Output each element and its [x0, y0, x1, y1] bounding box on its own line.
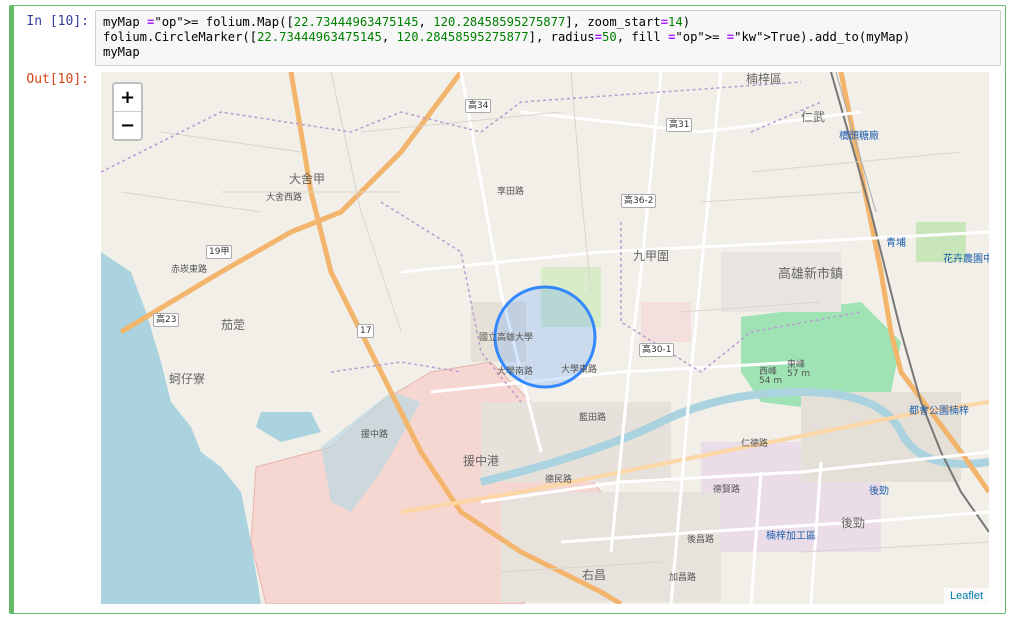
place-label-houjin: 後勁	[841, 516, 866, 530]
place-label-houjin-stop: 後勁	[869, 486, 889, 497]
street-label-11: 仁德路	[741, 439, 769, 449]
code-editor[interactable]: myMap ="op">= folium.Map([22.73444963475…	[103, 15, 910, 60]
place-label-zhiding: 茄萣	[221, 318, 246, 332]
zoom-control: + −	[112, 82, 143, 141]
place-label-youchang: 右昌	[582, 568, 607, 582]
place-label-qingpu: 青埔	[886, 238, 906, 249]
street-label-1: 大學南路	[497, 367, 534, 377]
street-label-6: 後昌路	[687, 535, 715, 545]
street-label-3: 藍田路	[579, 413, 607, 423]
place-label-nanzi-station: 楠梓	[949, 406, 969, 417]
place-label-gaoxiong-new: 高雄新市鎮	[778, 267, 844, 282]
code-line-2: folium.CircleMarker([22.73444963475145, …	[103, 30, 911, 44]
place-label-dongfeng-height: 57 m	[787, 369, 811, 379]
code-line-1: myMap ="op">= folium.Map([22.73444963475…	[103, 15, 691, 29]
street-label-7: 加昌路	[669, 573, 697, 583]
place-label-xifeng-height: 54 m	[759, 376, 783, 386]
place-label-nanzi: 楠梓區	[746, 72, 783, 86]
place-label-jiujia: 九甲圍	[633, 249, 670, 263]
output-prompt: Out[10]:	[26, 72, 89, 87]
road-shield-31: 高31	[666, 118, 693, 132]
leaflet-map[interactable]: 楠梓區 仁武 大舍甲 九甲圍 高雄新市鎮 茄萣 蚵仔寮 後勁 右昌 援中港 國立…	[101, 72, 989, 604]
place-label-yuanzhonggang: 援中港	[463, 454, 500, 468]
road-shield-30-1: 高30-1	[639, 343, 675, 357]
road-shield-23: 高23	[153, 313, 180, 327]
code-line-3: myMap	[103, 45, 140, 59]
place-label-university: 國立高雄大學	[479, 333, 534, 343]
cell-selection-bar	[9, 5, 14, 614]
leaflet-attribution-link[interactable]: Leaflet	[943, 588, 989, 604]
place-label-renwu: 仁武	[801, 110, 826, 124]
place-label-heziliao: 蚵仔寮	[169, 372, 206, 386]
place-label-metro: 都會公園	[909, 406, 949, 417]
place-label-flower: 花卉農園中心	[943, 254, 989, 265]
street-label-9: 大舍西路	[266, 193, 303, 203]
street-label-2: 大學東路	[561, 365, 598, 375]
zoom-in-button[interactable]: +	[114, 84, 141, 112]
code-input-area[interactable]: myMap ="op">= folium.Map([22.73444963475…	[95, 10, 1001, 66]
place-label-processing: 楠梓加工區	[766, 531, 816, 542]
place-label-dashe: 大舍甲	[289, 172, 326, 186]
road-shield-19jia: 19甲	[206, 245, 233, 259]
input-prompt: In [10]:	[26, 14, 89, 29]
place-label-ciaotou-station: 橋頭糖廠	[839, 131, 879, 142]
street-label-4: 德民路	[545, 475, 573, 485]
road-shield-34: 高34	[465, 99, 492, 113]
street-label-5: 援中路	[361, 430, 389, 440]
street-label-12: 德賢路	[713, 485, 741, 495]
street-label-10: 赤崁東路	[171, 265, 208, 275]
zoom-out-button[interactable]: −	[114, 112, 141, 139]
road-shield-17: 17	[357, 324, 375, 338]
road-shield-36-2: 高36-2	[621, 194, 657, 208]
street-label-8: 享田路	[497, 187, 525, 197]
